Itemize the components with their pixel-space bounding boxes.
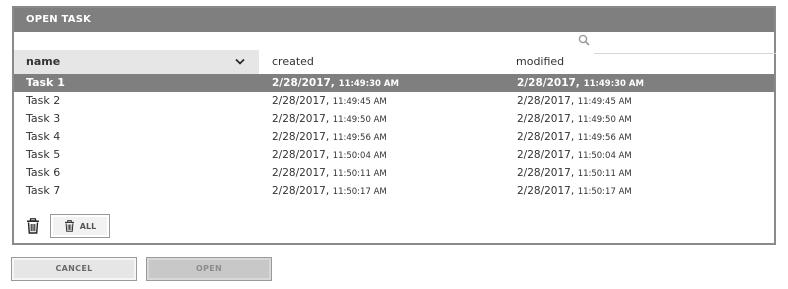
task-modified: 2/28/2017, 11:50:04 AM (517, 146, 632, 165)
created-date: 2/28/2017, (272, 95, 330, 107)
modified-date: 2/28/2017, (517, 131, 575, 143)
delete-all-button[interactable]: ALL (50, 214, 110, 238)
table-header: name created modified (14, 50, 774, 74)
created-time: 11:50:11 AM (332, 169, 387, 179)
created-date: 2/28/2017, (272, 113, 330, 125)
dialog-title: OPEN TASK (14, 8, 774, 32)
created-date: 2/28/2017, (272, 185, 330, 197)
created-time: 11:49:50 AM (332, 115, 387, 125)
task-created: 2/28/2017, 11:50:17 AM (272, 182, 387, 201)
modified-time: 11:49:30 AM (583, 79, 644, 89)
search-icon (578, 34, 590, 46)
open-button[interactable]: OPEN (146, 257, 272, 281)
modified-date: 2/28/2017, (517, 113, 575, 125)
created-date: 2/28/2017, (272, 77, 335, 89)
modified-date: 2/28/2017, (517, 95, 575, 107)
table-row[interactable]: Task 1 2/28/2017, 11:49:30 AM 2/28/2017,… (14, 74, 774, 92)
task-name: Task 5 (26, 148, 61, 161)
task-created: 2/28/2017, 11:50:11 AM (272, 164, 387, 183)
task-name: Task 2 (26, 94, 61, 107)
modified-date: 2/28/2017, (517, 149, 575, 161)
chevron-down-icon[interactable] (235, 58, 245, 66)
created-time: 11:49:56 AM (332, 133, 387, 143)
created-date: 2/28/2017, (272, 149, 330, 161)
task-modified: 2/28/2017, 11:49:50 AM (517, 110, 632, 129)
modified-date: 2/28/2017, (517, 77, 580, 89)
table-row[interactable]: Task 7 2/28/2017, 11:50:17 AM 2/28/2017,… (14, 182, 774, 200)
modified-time: 11:50:17 AM (577, 187, 632, 197)
task-created: 2/28/2017, 11:49:50 AM (272, 110, 387, 129)
task-name: Task 7 (26, 184, 61, 197)
modified-date: 2/28/2017, (517, 185, 575, 197)
task-modified: 2/28/2017, 11:49:30 AM (517, 74, 644, 93)
task-name: Task 4 (26, 130, 61, 143)
trash-icon[interactable] (26, 218, 40, 234)
modified-time: 11:49:50 AM (577, 115, 632, 125)
task-created: 2/28/2017, 11:49:30 AM (272, 74, 399, 93)
task-list: Task 1 2/28/2017, 11:49:30 AM 2/28/2017,… (14, 74, 774, 200)
open-task-dialog: OPEN TASK name created modified Task 1 2… (12, 6, 776, 245)
created-time: 11:49:45 AM (332, 97, 387, 107)
table-row[interactable]: Task 3 2/28/2017, 11:49:50 AM 2/28/2017,… (14, 110, 774, 128)
column-header-modified[interactable]: modified (516, 50, 564, 74)
modified-date: 2/28/2017, (517, 167, 575, 179)
modified-time: 11:50:04 AM (577, 151, 632, 161)
column-header-created[interactable]: created (272, 50, 314, 74)
task-name: Task 1 (26, 76, 65, 89)
modified-time: 11:50:11 AM (577, 169, 632, 179)
delete-all-label: ALL (79, 221, 97, 231)
created-time: 11:49:30 AM (338, 79, 399, 89)
task-created: 2/28/2017, 11:49:56 AM (272, 128, 387, 147)
created-date: 2/28/2017, (272, 131, 330, 143)
task-name: Task 6 (26, 166, 61, 179)
task-modified: 2/28/2017, 11:49:56 AM (517, 128, 632, 147)
created-time: 11:50:17 AM (332, 187, 387, 197)
table-row[interactable]: Task 2 2/28/2017, 11:49:45 AM 2/28/2017,… (14, 92, 774, 110)
column-header-name[interactable]: name (14, 50, 259, 74)
trash-icon (64, 220, 74, 232)
modified-time: 11:49:56 AM (577, 133, 632, 143)
created-time: 11:50:04 AM (332, 151, 387, 161)
task-name: Task 3 (26, 112, 61, 125)
modified-time: 11:49:45 AM (577, 97, 632, 107)
task-created: 2/28/2017, 11:50:04 AM (272, 146, 387, 165)
table-row[interactable]: Task 6 2/28/2017, 11:50:11 AM 2/28/2017,… (14, 164, 774, 182)
created-date: 2/28/2017, (272, 167, 330, 179)
table-row[interactable]: Task 5 2/28/2017, 11:50:04 AM 2/28/2017,… (14, 146, 774, 164)
cancel-button[interactable]: CANCEL (11, 257, 137, 281)
task-modified: 2/28/2017, 11:50:11 AM (517, 164, 632, 183)
column-header-name-label: name (26, 55, 61, 68)
task-modified: 2/28/2017, 11:50:17 AM (517, 182, 632, 201)
task-modified: 2/28/2017, 11:49:45 AM (517, 92, 632, 111)
task-created: 2/28/2017, 11:49:45 AM (272, 92, 387, 111)
table-row[interactable]: Task 4 2/28/2017, 11:49:56 AM 2/28/2017,… (14, 128, 774, 146)
